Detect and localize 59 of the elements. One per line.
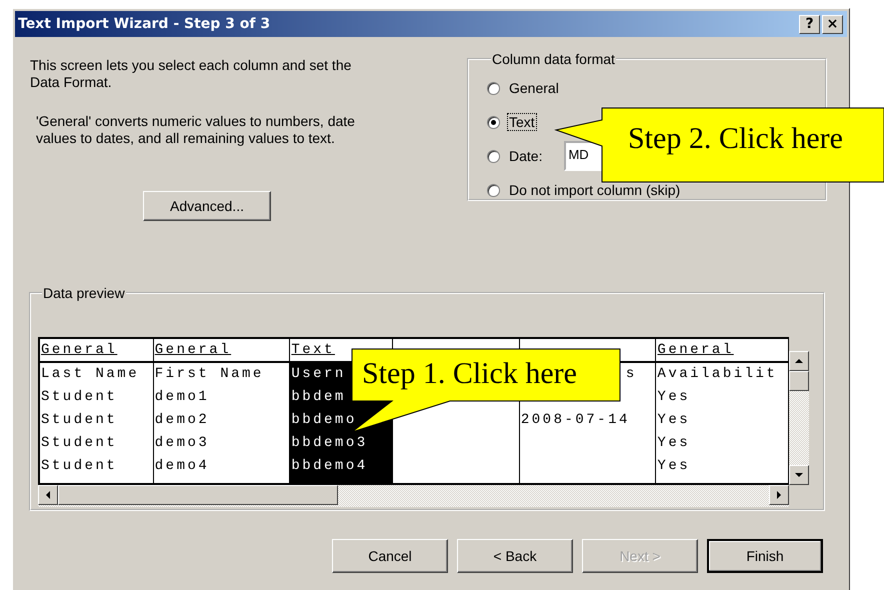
right-arrow-icon	[775, 491, 783, 499]
radio-label: General	[508, 79, 560, 97]
horizontal-scrollbar[interactable]	[38, 485, 789, 507]
window-title: Text Import Wizard - Step 3 of 3	[18, 16, 272, 32]
group-title: Column data format	[491, 51, 616, 67]
radio-button[interactable]	[487, 150, 500, 162]
left-arrow-icon	[44, 491, 52, 499]
down-arrow-icon	[795, 471, 803, 479]
scroll-thumb[interactable]	[58, 485, 338, 505]
table-cell: 2008-07-14	[520, 412, 630, 428]
table-cell: demo4	[154, 458, 210, 474]
table-cell: Yes	[657, 412, 690, 428]
column-header[interactable]: General	[41, 342, 118, 358]
vertical-scrollbar[interactable]	[789, 351, 809, 485]
radio-label: Do not import column (skip)	[508, 181, 682, 199]
note-text: 'General' converts numeric values to numbers, date values to dates, and all remaining values to text.	[36, 113, 356, 147]
scroll-right-button[interactable]	[769, 485, 789, 505]
date-format-field[interactable]: MD	[564, 141, 604, 171]
callout-text: Step 2. Click here	[628, 122, 843, 156]
radio-label: Date:	[508, 147, 544, 165]
dialog-button[interactable]: Cancel	[332, 539, 448, 573]
radio-button[interactable]	[487, 184, 500, 196]
scroll-left-button[interactable]	[38, 485, 58, 505]
table-cell: bbdemo3	[291, 435, 368, 451]
table-cell: Student	[41, 389, 118, 405]
radio-button[interactable]	[487, 82, 500, 94]
table-cell: Yes	[657, 435, 690, 451]
scroll-thumb[interactable]	[789, 371, 809, 391]
radio-label: Text	[507, 113, 537, 131]
close-button[interactable]: ×	[822, 14, 843, 34]
table-cell: Yes	[657, 458, 690, 474]
up-arrow-icon	[795, 357, 803, 365]
table-cell: bbdemo4	[291, 458, 368, 474]
dialog-button[interactable]: < Back	[457, 539, 573, 573]
table-cell: First Name	[154, 366, 264, 382]
table-cell: Availabilit	[657, 366, 778, 382]
table-cell: demo3	[154, 435, 210, 451]
table-cell: Last Name	[41, 366, 140, 382]
scroll-up-button[interactable]	[789, 351, 809, 371]
advanced-button[interactable]: Advanced...	[143, 191, 271, 221]
column-header[interactable]: General	[657, 342, 734, 358]
table-cell: Usern	[291, 366, 346, 382]
table-cell: Student	[41, 435, 118, 451]
help-button[interactable]: ?	[799, 14, 820, 34]
radio-button[interactable]	[487, 116, 500, 128]
table-cell: Yes	[657, 389, 690, 405]
table-cell: bbdem	[291, 389, 346, 405]
group-title: Data preview	[42, 285, 126, 301]
table-cell: Student	[41, 412, 118, 428]
intro-text: This screen lets you select each column and set the Data Format.	[30, 57, 352, 91]
callout-text: Step 1. Click here	[362, 357, 577, 391]
scroll-down-button[interactable]	[789, 465, 809, 485]
table-cell: bbdemo	[291, 412, 357, 428]
dialog-button[interactable]: Finish	[707, 539, 823, 573]
column-header[interactable]: General	[154, 342, 232, 358]
table-cell: demo1	[154, 389, 210, 405]
table-cell: Student	[41, 458, 118, 474]
table-cell: demo2	[154, 412, 210, 428]
table-cell: s	[626, 366, 637, 382]
